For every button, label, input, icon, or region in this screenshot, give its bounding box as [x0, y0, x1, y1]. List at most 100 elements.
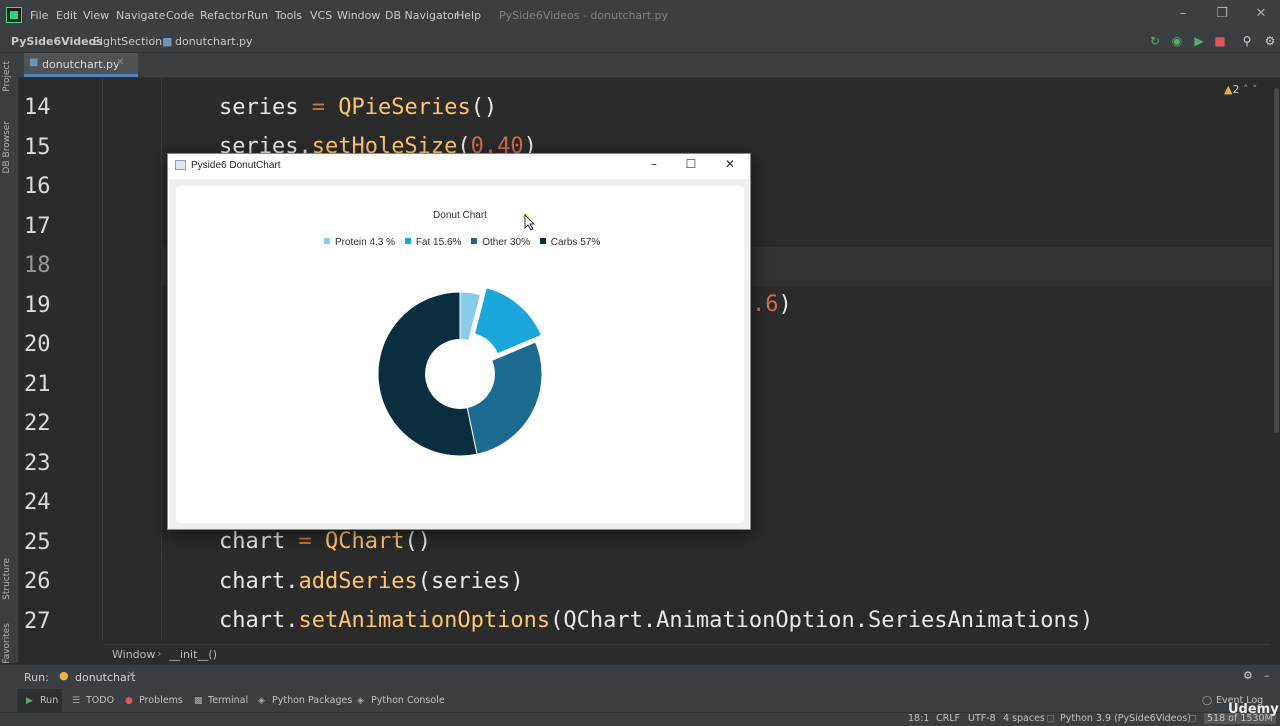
breadcrumb-file[interactable]: donutchart.py	[175, 35, 253, 48]
coverage-icon[interactable]: ▶	[1192, 34, 1206, 48]
tab-terminal-label: Terminal	[208, 695, 249, 706]
code-token: .6	[752, 292, 779, 317]
tab-donutchart[interactable]: ■ donutchart.py ✕	[24, 53, 138, 77]
tab-terminal[interactable]: ▩ Terminal	[194, 695, 248, 706]
code-breadcrumb: Window › __init__()	[104, 644, 1270, 664]
tab-todo[interactable]: ☰ TODO	[72, 695, 114, 706]
minimize-icon[interactable]: –	[1170, 6, 1196, 26]
tab-python-console[interactable]: ◈ Python Console	[357, 695, 445, 706]
menu-run[interactable]: Run	[247, 9, 268, 22]
chart-view[interactable]: Donut Chart Protein 4.3 % Fat 15.6% Othe…	[176, 186, 744, 523]
chevron-right-icon: ›	[84, 34, 88, 45]
python-file-icon: ■	[162, 35, 173, 48]
close-icon[interactable]: ✕	[1248, 6, 1274, 26]
code-line-25: chart = QChart()	[219, 529, 431, 554]
project-tool-tab[interactable]: Project	[2, 61, 12, 92]
chevron-down-icon[interactable]: ˅	[1252, 83, 1258, 96]
donut-chart	[377, 287, 543, 457]
db-browser-tool-tab[interactable]: DB Browser	[2, 121, 12, 173]
maximize-icon[interactable]: ☐	[677, 157, 705, 175]
search-icon[interactable]: ⚲	[1240, 34, 1254, 48]
menu-help[interactable]: Help	[456, 9, 481, 22]
line-number: 23	[24, 451, 51, 476]
menu-window[interactable]: Window	[337, 9, 380, 22]
navigation-bar: PySide6Videos › EightSection › ■ donutch…	[0, 32, 1280, 82]
gear-icon[interactable]: ⚙	[1263, 34, 1277, 48]
run-icon: ▶	[26, 696, 33, 706]
minimize-icon[interactable]: –	[640, 157, 668, 175]
menu-code[interactable]: Code	[166, 9, 194, 22]
mouse-cursor-icon	[523, 213, 535, 231]
code-token: chart	[219, 529, 286, 554]
left-tool-strip: Project DB Browser Structure Favorites	[0, 53, 19, 664]
menu-file[interactable]: File	[30, 9, 48, 22]
close-tab-icon[interactable]: ✕	[116, 57, 124, 68]
code-line-26: chart.addSeries(series)	[219, 569, 524, 594]
favorites-tool-tab[interactable]: Favorites	[2, 623, 12, 664]
close-icon[interactable]: ✕	[127, 670, 135, 681]
line-number: 17	[24, 214, 51, 239]
rerun-icon[interactable]: ↻	[1148, 34, 1162, 48]
qt-donutchart-window[interactable]: Pyside6 DonutChart – ☐ ✕ Donut Chart Pro…	[167, 153, 751, 530]
qt-title-bar[interactable]: Pyside6 DonutChart – ☐ ✕	[168, 154, 750, 179]
pycharm-logo-icon	[6, 7, 22, 23]
donut-slice-other[interactable]	[466, 341, 543, 455]
tab-run[interactable]: ▶ Run	[26, 695, 58, 706]
code-token: QChart	[324, 529, 405, 554]
structure-tool-tab[interactable]: Structure	[2, 558, 12, 600]
line-separator[interactable]: CRLF	[936, 713, 960, 724]
code-token: chart.	[219, 569, 299, 594]
menu-vcs[interactable]: VCS	[310, 9, 332, 22]
lock-icon[interactable]: ▢	[1188, 713, 1197, 724]
indent-setting[interactable]: 4 spaces	[1003, 713, 1045, 724]
scrollbar-thumb[interactable]	[1274, 88, 1279, 433]
status-bar: 18:1 CRLF UTF-8 4 spaces ▢ Python 3.9 (P…	[0, 712, 1280, 726]
tool-window-bar: ▶ Run ☰ TODO ● Problems ▩ Terminal ◈ Python P…	[0, 689, 1280, 713]
run-panel-header: Run: ● donutchart ✕ ⚙ –	[0, 664, 1280, 689]
code-line-27: chart.setAnimationOptions(QChart.Animati…	[219, 608, 1093, 633]
file-encoding[interactable]: UTF-8	[968, 713, 996, 724]
code-token: addSeries	[298, 569, 418, 594]
terminal-icon: ▩	[194, 696, 203, 706]
breadcrumb-project[interactable]: PySide6Videos	[11, 35, 103, 48]
lock-icon[interactable]: ▢	[1046, 713, 1055, 724]
menu-tools[interactable]: Tools	[275, 9, 302, 22]
warning-count: 2	[1232, 83, 1240, 96]
udemy-watermark: Udemy	[1228, 702, 1279, 717]
line-number: 22	[24, 411, 51, 436]
indent-guide	[161, 78, 162, 640]
python-icon: ●	[59, 669, 69, 682]
python-interpreter[interactable]: Python 3.9 (PySide6Videos)	[1060, 713, 1191, 724]
event-log-icon: ◯	[1202, 696, 1213, 706]
menu-edit[interactable]: Edit	[56, 9, 77, 22]
menu-view[interactable]: View	[83, 9, 109, 22]
tab-python-packages[interactable]: ◈ Python Packages	[258, 695, 352, 706]
packages-icon: ◈	[258, 696, 265, 706]
debug-icon[interactable]: ◉	[1170, 34, 1184, 48]
editor-tab-bar: ■ donutchart.py ✕	[18, 53, 1280, 78]
caret-position[interactable]: 18:1	[908, 713, 929, 724]
breadcrumb-class[interactable]: Window	[112, 648, 155, 661]
tab-problems[interactable]: ● Problems	[125, 695, 183, 706]
chevron-up-icon[interactable]: ˄	[1243, 83, 1249, 96]
close-icon[interactable]: ✕	[716, 157, 744, 175]
stop-icon[interactable]: ■	[1213, 34, 1227, 48]
menu-navigate[interactable]: Navigate	[116, 9, 165, 22]
line-number: 24	[24, 490, 51, 515]
python-file-icon: ■	[29, 57, 39, 68]
line-number: 19	[24, 293, 51, 318]
menu-db-navigator[interactable]: DB Navigator	[385, 9, 458, 22]
line-number: 25	[24, 530, 51, 555]
menu-refactor[interactable]: Refactor	[200, 9, 246, 22]
qt-window-title: Pyside6 DonutChart	[191, 160, 281, 171]
breadcrumb-method[interactable]: __init__()	[169, 648, 217, 661]
qt-client-area: Donut Chart Protein 4.3 % Fat 15.6% Othe…	[169, 179, 749, 529]
inspection-widget[interactable]: ▲2 ˄ ˅	[1224, 83, 1257, 96]
editor-scrollbar[interactable]	[1272, 78, 1280, 640]
maximize-icon[interactable]: ❐	[1209, 6, 1235, 26]
chevron-right-icon: ›	[152, 34, 156, 45]
tab-python-console-label: Python Console	[371, 695, 445, 706]
minimize-panel-icon[interactable]: –	[1264, 669, 1270, 682]
gear-icon[interactable]: ⚙	[1243, 669, 1253, 682]
line-number: 15	[24, 135, 51, 160]
